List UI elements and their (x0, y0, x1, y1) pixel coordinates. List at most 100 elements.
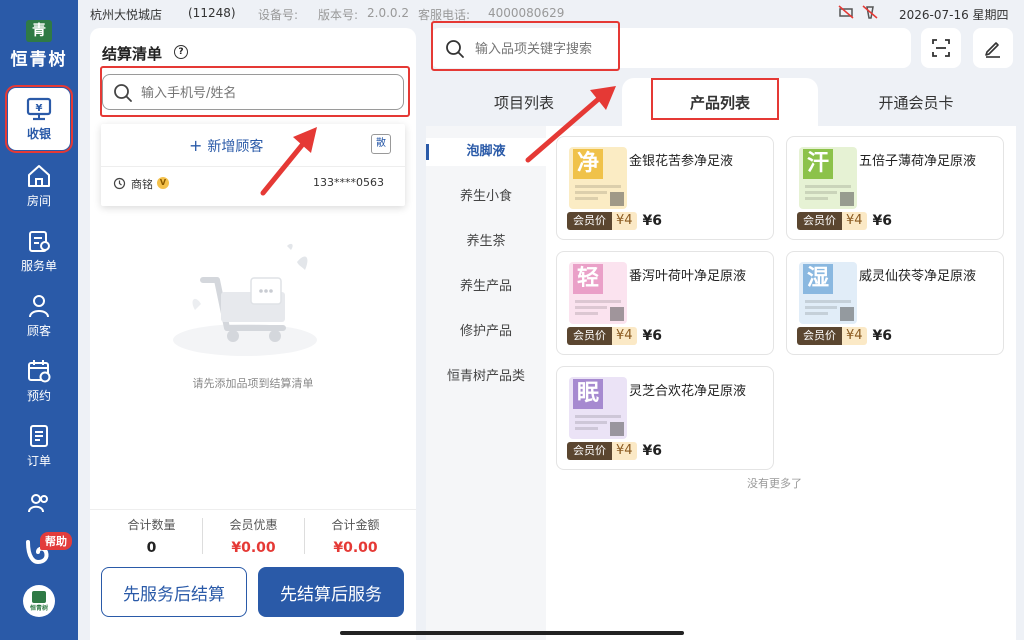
category-item[interactable]: 修护产品 (426, 318, 546, 346)
product-price: 会员价 ¥4 ¥6 (797, 327, 892, 345)
highlight-box (651, 78, 779, 120)
product-list-panel: 泡脚液 养生小食 养生茶 养生产品 修护产品 恒青树产品类 净 金银花苦参净足液… (426, 126, 1016, 640)
sidebar-item-appointments[interactable]: 预约 (0, 358, 78, 404)
sidebar-item-rooms[interactable]: 房间 (0, 163, 78, 209)
regular-price: ¥6 (872, 328, 893, 344)
empty-cart-text: 请先添加品项到结算清单 (192, 377, 314, 390)
member-price: ¥4 (842, 212, 867, 230)
member-price-tag: 会员价 (797, 212, 842, 230)
pay-first-button[interactable]: 先结算后服务 (258, 567, 404, 617)
help-badge: 帮助 (40, 532, 72, 550)
scanner-offline-icon (862, 5, 878, 19)
sidebar-item-label: 预约 (26, 389, 51, 403)
product-search-field[interactable] (431, 28, 911, 68)
member-price-tag: 会员价 (797, 327, 842, 345)
product-name: 威灵仙茯苓净足原液 (859, 269, 977, 284)
product-card[interactable]: 汗 五倍子薄荷净足原液 会员价 ¥4 ¥6 (786, 136, 1004, 240)
staff-icon (28, 494, 48, 513)
product-thumbnail: 汗 (799, 147, 857, 209)
product-price: 会员价 ¥4 ¥6 (567, 442, 662, 460)
stat-label: 合计金额 (331, 518, 380, 532)
annotation-arrow (260, 127, 317, 196)
customer-name: 商铭 (131, 178, 153, 191)
category-item[interactable]: 养生小食 (426, 183, 546, 211)
sidebar-item-customers[interactable]: 顾客 (0, 293, 78, 339)
service-order-icon (29, 231, 50, 252)
divider (101, 166, 405, 167)
stat-value: 0 (146, 540, 157, 556)
regular-price: ¥6 (642, 443, 663, 459)
service-first-button[interactable]: 先服务后结算 (101, 567, 247, 617)
tab-member-card[interactable]: 开通会员卡 (818, 78, 1014, 126)
calendar-icon (28, 360, 51, 383)
edit-button[interactable] (973, 28, 1013, 68)
status-bar: 杭州大悦城店 (11248) 设备号: 版本号: 2.0.0.2 客服电话: 4… (78, 0, 1024, 26)
order-icon (30, 425, 48, 447)
category-list: 泡脚液 养生小食 养生茶 养生产品 修护产品 恒青树产品类 (426, 126, 546, 640)
version-label: 版本号: (318, 8, 359, 22)
brand-logo: 青 (26, 20, 52, 42)
member-price: ¥4 (612, 327, 637, 345)
product-price: 会员价 ¥4 ¥6 (567, 327, 662, 345)
product-thumbnail: 眠 (569, 377, 627, 439)
stat-value: ¥0.00 (333, 540, 378, 556)
sidebar-item-label: 顾客 (26, 324, 51, 338)
version-value: 2.0.0.2 (367, 6, 409, 20)
scan-button[interactable] (921, 28, 961, 68)
plus-icon: + (189, 136, 203, 155)
sidebar-item-cashier[interactable]: ¥ 收银 (0, 85, 78, 153)
sidebar-item-label: 收银 (26, 126, 51, 141)
printer-offline-icon (838, 5, 854, 19)
no-more-text: 没有更多了 (747, 477, 802, 490)
product-price: 会员价 ¥4 ¥6 (567, 212, 662, 230)
home-indicator (340, 631, 684, 635)
bottom-logo-text: 恒青树 (29, 604, 48, 612)
product-name: 番泻叶荷叶净足原液 (629, 269, 747, 284)
member-price: ¥4 (842, 327, 867, 345)
member-price-tag: 会员价 (567, 212, 612, 230)
member-price: ¥4 (612, 212, 637, 230)
customer-icon (29, 295, 49, 318)
product-name: 五倍子薄荷净足原液 (859, 154, 977, 169)
sidebar-item-staff[interactable] (0, 490, 78, 519)
cashier-icon: ¥ (26, 97, 52, 120)
regular-price: ¥6 (642, 213, 663, 229)
sidebar-nav: 青 恒青树 ¥ 收银 房间 服务单 顾客 预约 订单 帮助 恒青树 (0, 0, 78, 640)
question-icon[interactable]: ? (174, 45, 188, 59)
home-icon (28, 165, 50, 187)
sidebar-item-label: 订单 (26, 454, 51, 468)
sidebar-item-orders[interactable]: 订单 (0, 423, 78, 469)
stat-value: ¥0.00 (231, 540, 276, 556)
category-item[interactable]: 养生茶 (426, 228, 546, 256)
product-name: 金银花苦参净足液 (629, 154, 734, 169)
service-phone: 4000080629 (488, 6, 565, 20)
highlight-box (100, 66, 410, 117)
sidebar-item-service-orders[interactable]: 服务单 (0, 228, 78, 274)
product-search-input[interactable] (473, 38, 877, 60)
search-icon (446, 40, 464, 58)
checkout-title: 结算清单 (102, 45, 163, 63)
scan-icon (932, 39, 950, 57)
product-card[interactable]: 轻 番泻叶荷叶净足原液 会员价 ¥4 ¥6 (556, 251, 774, 355)
brand: 青 恒青树 (0, 20, 78, 70)
product-name: 灵芝合欢花净足原液 (629, 384, 747, 399)
history-icon (113, 177, 126, 190)
bottom-logo: 恒青树 (23, 585, 55, 617)
category-item[interactable]: 养生产品 (426, 273, 546, 301)
sidebar-item-label: 服务单 (20, 259, 57, 273)
walk-in-button[interactable]: 散 (371, 134, 391, 154)
add-customer-button[interactable]: + 新增顾客 (189, 136, 263, 156)
store-code: (11248) (188, 6, 236, 20)
category-item[interactable]: 恒青树产品类 (426, 363, 546, 391)
totals-bar: 合计数量 0 会员优惠 ¥0.00 合计金额 ¥0.00 (90, 509, 416, 565)
member-discount: 会员优惠 ¥0.00 (203, 510, 304, 556)
product-card[interactable]: 眠 灵芝合欢花净足原液 会员价 ¥4 ¥6 (556, 366, 774, 470)
total-amount: 合计金额 ¥0.00 (305, 510, 406, 556)
help-button[interactable]: 帮助 (0, 520, 78, 580)
product-price: 会员价 ¥4 ¥6 (797, 212, 892, 230)
status-datetime: 2026-07-16 星期四 (899, 8, 1009, 22)
empty-cart-illustration (173, 243, 317, 356)
total-quantity: 合计数量 0 (101, 510, 202, 556)
product-card[interactable]: 湿 威灵仙茯苓净足原液 会员价 ¥4 ¥6 (786, 251, 1004, 355)
member-price-tag: 会员价 (567, 327, 612, 345)
